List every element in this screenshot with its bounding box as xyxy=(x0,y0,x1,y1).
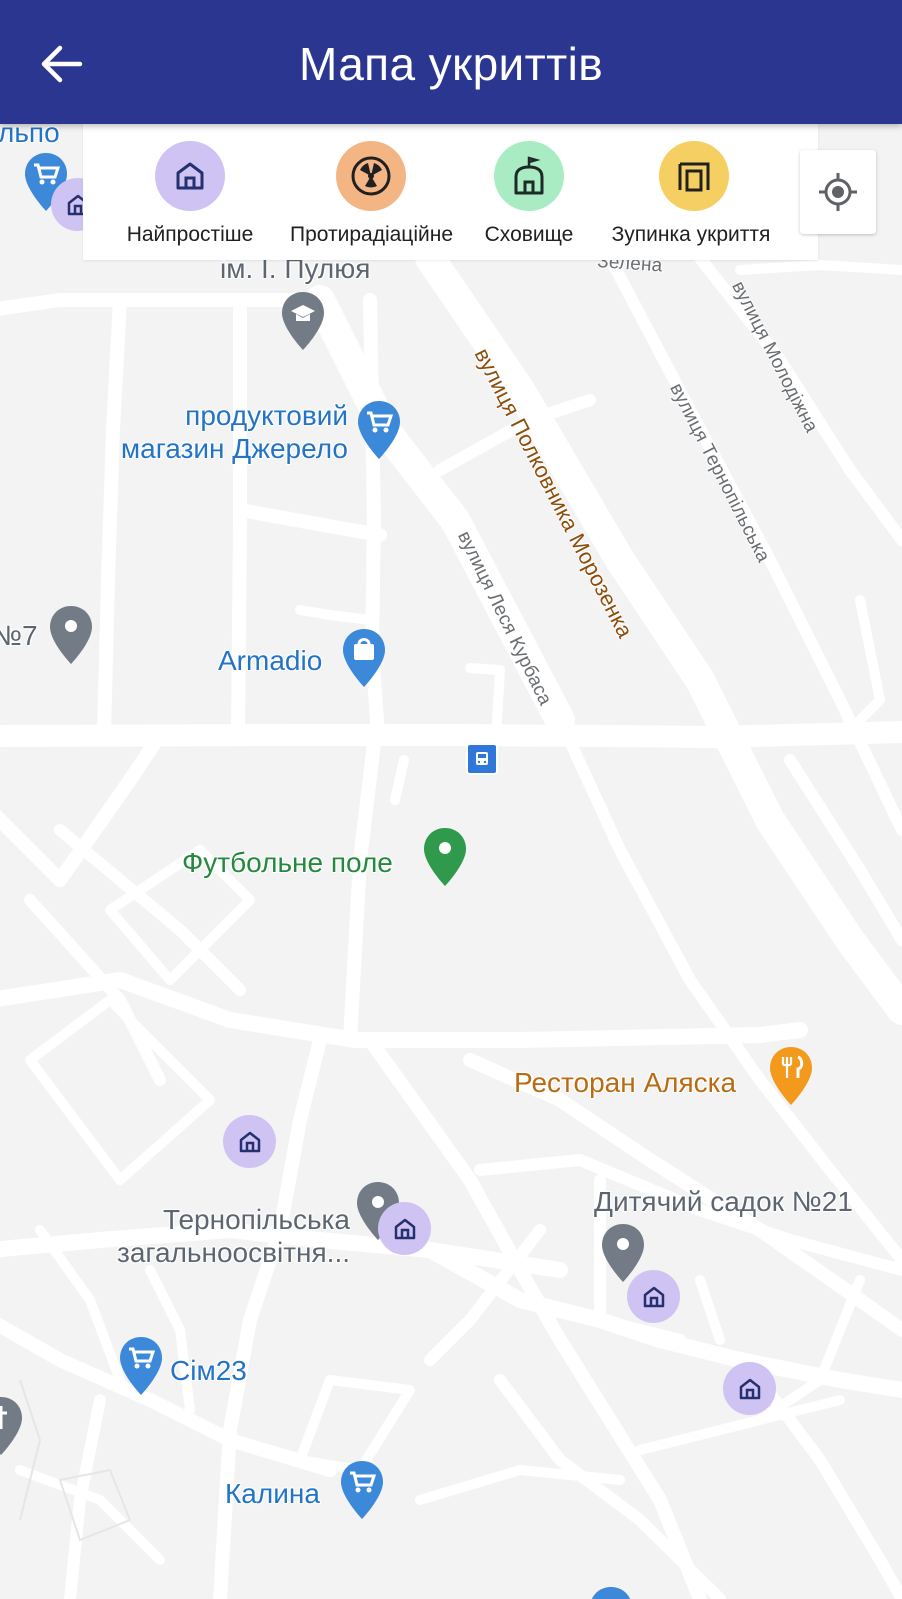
legend-radiation-circle xyxy=(336,141,406,211)
bunker-flag-icon xyxy=(514,156,544,195)
church-pin-icon[interactable] xyxy=(0,1395,24,1457)
poi-label-football-field: Футбольне поле xyxy=(182,847,393,878)
shelter-map-screen: вулиця Полковника Морозенка вулиця Леся … xyxy=(0,0,902,1599)
shopping-cart-pin-icon[interactable] xyxy=(339,1459,385,1521)
poi-label-restaurant-alaska: Ресторан Аляска xyxy=(514,1067,737,1098)
my-location-button[interactable] xyxy=(800,150,876,234)
legend-stop-circle xyxy=(659,141,729,211)
radiation-icon xyxy=(351,156,391,196)
app-bar: Мапа укриттів xyxy=(0,0,902,124)
shelter-type-legend: Найпростіше Протирадіаційне Сховище Зупи… xyxy=(83,124,818,260)
stop-shelter-icon xyxy=(678,162,710,192)
legend-simple-circle xyxy=(155,141,225,211)
poi-label-armadio: Armadio xyxy=(218,645,323,676)
bus-stop-icon[interactable] xyxy=(466,743,498,775)
shelter-marker-simple[interactable] xyxy=(378,1202,431,1255)
park-pin-icon[interactable] xyxy=(422,826,468,888)
shopping-cart-pin-icon[interactable] xyxy=(356,399,402,461)
place-pin-icon[interactable] xyxy=(48,604,94,666)
back-button[interactable] xyxy=(32,34,92,94)
legend-item-bunker[interactable]: Сховище xyxy=(479,141,579,251)
shopping-cart-pin-icon[interactable] xyxy=(588,1585,634,1599)
house-icon xyxy=(394,1218,415,1239)
legend-item-simple[interactable]: Найпростіше xyxy=(114,141,266,251)
legend-label-simple: Найпростіше xyxy=(126,223,254,246)
arrow-left-icon xyxy=(41,45,83,83)
poi-label-dzherelo: продуктовий магазин Джерело xyxy=(120,400,348,464)
poi-label-kalyna: Калина xyxy=(225,1478,320,1509)
legend-bunker-circle xyxy=(494,141,564,211)
house-icon xyxy=(739,1378,760,1399)
legend-label-stop-shelter: Зупинка укриття xyxy=(611,223,771,246)
shelter-marker-simple[interactable] xyxy=(723,1362,776,1415)
shelter-marker-simple[interactable] xyxy=(627,1270,680,1323)
house-icon xyxy=(643,1286,664,1307)
poi-label-sim23: Сім23 xyxy=(170,1355,247,1386)
legend-item-radiation[interactable]: Протирадіаційне xyxy=(280,141,463,251)
restaurant-pin-icon[interactable] xyxy=(768,1045,814,1107)
house-icon xyxy=(176,162,204,190)
poi-label-number-7: №7 xyxy=(0,620,38,651)
house-icon xyxy=(239,1131,260,1152)
shopping-bag-pin-icon[interactable] xyxy=(341,627,387,689)
poi-label-school-ternopilska: Тернопільська загальноосвітня... xyxy=(117,1204,350,1268)
page-title: Мапа укриттів xyxy=(298,38,604,90)
shopping-cart-pin-icon[interactable] xyxy=(118,1335,164,1397)
legend-label-radiation: Протирадіаційне xyxy=(290,223,453,246)
legend-item-stop-shelter[interactable]: Зупинка укриття xyxy=(601,141,781,251)
shelter-marker-simple[interactable] xyxy=(223,1115,276,1168)
poi-label-kindergarten-21: Дитячий садок №21 xyxy=(594,1186,853,1217)
legend-label-bunker: Сховище xyxy=(484,223,574,246)
graduation-cap-pin-icon[interactable] xyxy=(280,290,326,352)
my-location-icon xyxy=(819,173,857,211)
